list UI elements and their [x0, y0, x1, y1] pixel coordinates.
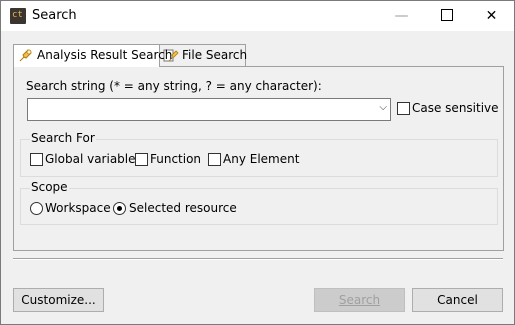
scope-legend: Scope: [30, 180, 69, 194]
maximize-icon: [440, 9, 453, 21]
function-label: Function: [150, 152, 202, 166]
customize-button[interactable]: Customize...: [13, 288, 104, 312]
case-sensitive-checkbox[interactable]: [397, 102, 410, 115]
any-element-checkbox[interactable]: [208, 153, 221, 166]
search-button[interactable]: Search: [314, 288, 405, 312]
window-title: Search: [32, 8, 77, 23]
tab-label: Analysis Result Search: [37, 48, 173, 62]
minimize-button[interactable]: —: [379, 1, 424, 31]
function-checkbox[interactable]: [135, 153, 148, 166]
close-button[interactable]: ✕: [469, 1, 514, 31]
cancel-button[interactable]: Cancel: [412, 288, 503, 312]
global-variable-checkbox[interactable]: [30, 153, 43, 166]
app-icon: ct: [10, 8, 26, 24]
analysis-search-icon: [19, 49, 32, 62]
selected-resource-radio[interactable]: [113, 202, 126, 215]
search-for-legend: Search For: [30, 131, 96, 145]
maximize-button[interactable]: [424, 1, 469, 31]
title-bar[interactable]: ct Search — ✕: [1, 1, 514, 31]
search-string-label: Search string (* = any string, ? = any c…: [26, 79, 322, 93]
tab-analysis-result-search[interactable]: Analysis Result Search: [13, 44, 172, 67]
search-string-combo[interactable]: ⌵: [27, 98, 391, 121]
analysis-search-panel: Search string (* = any string, ? = any c…: [13, 66, 504, 251]
search-dialog: ct Search — ✕ Analysis Result Search Fil…: [0, 0, 515, 325]
workspace-label: Workspace: [45, 201, 111, 215]
case-sensitive-label: Case sensitive: [412, 101, 499, 115]
workspace-radio[interactable]: [30, 202, 43, 215]
tab-label: File Search: [182, 48, 248, 62]
divider: [13, 258, 503, 260]
selected-resource-label: Selected resource: [129, 201, 237, 215]
any-element-label: Any Element: [223, 152, 300, 166]
global-variable-label: Global variable: [45, 152, 136, 166]
chevron-down-icon[interactable]: ⌵: [379, 102, 387, 113]
